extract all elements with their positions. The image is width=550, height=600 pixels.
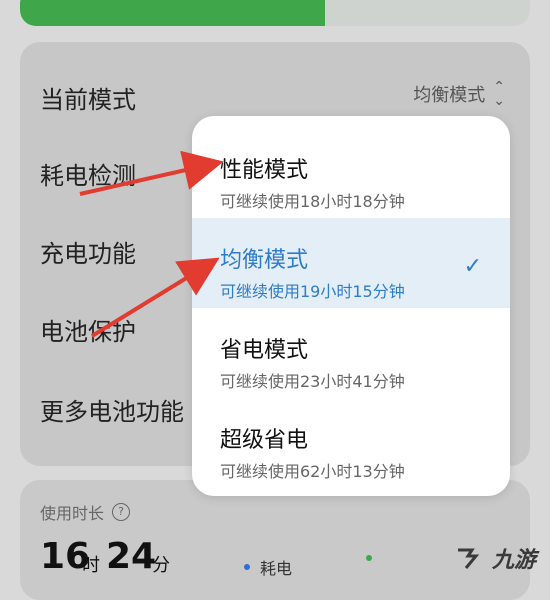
watermark-text: 九游 bbox=[491, 548, 536, 573]
annotation-arrows bbox=[79, 150, 224, 338]
watermark-logo: 九游 bbox=[452, 542, 536, 574]
arrow-to-balanced bbox=[90, 257, 220, 338]
arrow-to-performance bbox=[79, 150, 224, 196]
watermark-icon bbox=[457, 548, 480, 569]
